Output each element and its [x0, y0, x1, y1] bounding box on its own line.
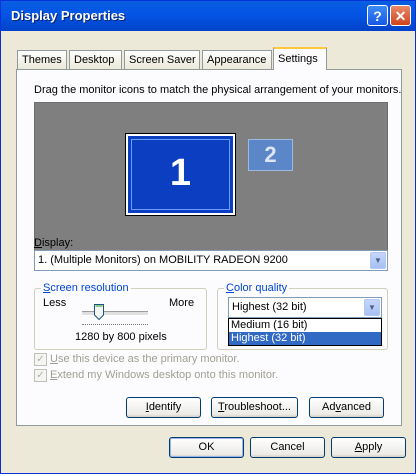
resolution-less-label: Less: [43, 297, 67, 309]
checkmark-icon[interactable]: ✓: [34, 369, 47, 382]
arrangement-instruction: Drag the monitor icons to match the phys…: [34, 84, 402, 96]
apply-button[interactable]: Apply: [331, 437, 406, 458]
display-label: Display:: [34, 237, 74, 249]
monitor-1-number: 1: [169, 152, 192, 194]
extend-desktop-checkbox-label: Extend my Windows desktop onto this moni…: [50, 369, 279, 381]
monitor-arrangement-area[interactable]: 1 2: [34, 102, 388, 253]
monitor-2-icon[interactable]: 2: [248, 139, 293, 171]
window-title: Display Properties: [11, 8, 126, 23]
color-quality-select[interactable]: Highest (32 bit) ▼: [228, 297, 382, 318]
screen-resolution-group: Screen resolution Less More 1280 by 800 …: [34, 282, 207, 350]
title-bar[interactable]: Display Properties ? ✕: [1, 1, 415, 31]
identify-button[interactable]: Identify: [126, 397, 201, 418]
troubleshoot-button[interactable]: Troubleshoot...: [211, 397, 298, 418]
advanced-button[interactable]: Advanced: [309, 397, 384, 418]
tab-desktop[interactable]: Desktop: [69, 50, 122, 69]
tab-themes[interactable]: Themes: [17, 50, 67, 69]
monitor-1-icon[interactable]: 1: [125, 133, 236, 216]
close-button[interactable]: ✕: [390, 5, 411, 26]
cancel-button[interactable]: Cancel: [250, 437, 325, 458]
color-quality-option-highest[interactable]: Highest (32 bit): [229, 332, 381, 345]
display-select-value: 1. (Multiple Monitors) on MOBILITY RADEO…: [38, 254, 288, 266]
settings-panel: Drag the monitor icons to match the phys…: [16, 69, 402, 426]
color-quality-dropdown-list[interactable]: Medium (16 bit) Highest (32 bit): [228, 318, 382, 346]
display-select[interactable]: 1. (Multiple Monitors) on MOBILITY RADEO…: [34, 250, 388, 271]
resolution-slider-track[interactable]: [82, 311, 148, 316]
tab-settings[interactable]: Settings: [273, 47, 327, 70]
display-properties-window: Display Properties ? ✕ Themes Desktop Sc…: [0, 0, 416, 474]
resolution-slider-thumb[interactable]: [94, 304, 104, 320]
color-quality-title: Color quality: [224, 282, 290, 294]
color-quality-option-medium[interactable]: Medium (16 bit): [229, 319, 381, 332]
resolution-value: 1280 by 800 pixels: [75, 331, 167, 343]
resolution-more-label: More: [169, 297, 195, 309]
resolution-slider-ticks: [82, 324, 148, 327]
tab-appearance[interactable]: Appearance: [202, 50, 272, 69]
chevron-down-icon[interactable]: ▼: [364, 299, 380, 316]
screen-resolution-title: Screen resolution: [41, 282, 131, 294]
help-button[interactable]: ?: [367, 5, 388, 26]
checkmark-icon[interactable]: ✓: [34, 353, 47, 366]
tab-screen-saver[interactable]: Screen Saver: [124, 50, 200, 69]
monitor-2-number: 2: [264, 142, 277, 167]
ok-button[interactable]: OK: [169, 437, 244, 458]
color-quality-selected-value: Highest (32 bit): [232, 301, 307, 313]
primary-monitor-checkbox-label: Use this device as the primary monitor.: [50, 353, 240, 365]
chevron-down-icon[interactable]: ▼: [370, 252, 386, 269]
